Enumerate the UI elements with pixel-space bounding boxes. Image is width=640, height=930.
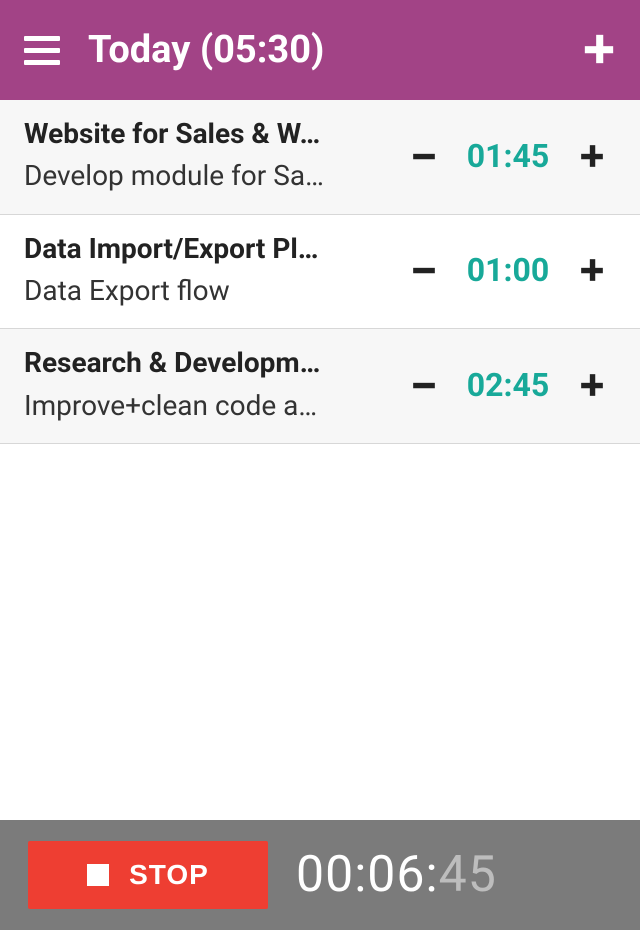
increment-button[interactable]	[568, 143, 616, 169]
task-list: Website for Sales & W… Develop module fo…	[0, 100, 640, 820]
timer-display: 00:06:45	[296, 846, 497, 904]
timer-seconds: 45	[439, 846, 497, 904]
add-button[interactable]	[582, 26, 616, 74]
item-subtitle: Improve+clean code an…	[24, 386, 324, 425]
minus-icon	[411, 143, 437, 169]
item-title: Research & Developme…	[24, 345, 324, 381]
plus-icon	[579, 372, 605, 398]
decrement-button[interactable]	[400, 372, 448, 398]
list-item[interactable]: Website for Sales & W… Develop module fo…	[0, 100, 640, 215]
item-duration: 01:00	[448, 251, 568, 289]
item-text: Website for Sales & W… Develop module fo…	[24, 116, 392, 196]
stop-button[interactable]: STOP	[28, 841, 268, 909]
stop-icon	[87, 864, 109, 886]
item-duration: 02:45	[448, 366, 568, 404]
decrement-button[interactable]	[400, 143, 448, 169]
plus-icon	[579, 257, 605, 283]
increment-button[interactable]	[568, 372, 616, 398]
list-item[interactable]: Research & Developme… Improve+clean code…	[0, 329, 640, 444]
item-subtitle: Develop module for Sa…	[24, 156, 324, 195]
increment-button[interactable]	[568, 257, 616, 283]
header: Today (05:30)	[0, 0, 640, 100]
stop-label: STOP	[129, 859, 209, 891]
list-item[interactable]: Data Import/Export Plu… Data Export flow…	[0, 215, 640, 330]
footer: STOP 00:06:45	[0, 820, 640, 930]
page-title: Today (05:30)	[88, 28, 582, 72]
plus-icon	[582, 32, 616, 66]
minus-icon	[411, 257, 437, 283]
plus-icon	[579, 143, 605, 169]
item-title: Data Import/Export Plu…	[24, 231, 324, 267]
decrement-button[interactable]	[400, 257, 448, 283]
timer-main: 00:06:	[296, 846, 439, 904]
item-text: Data Import/Export Plu… Data Export flow	[24, 231, 392, 311]
item-title: Website for Sales & W…	[24, 116, 324, 152]
menu-icon[interactable]	[24, 36, 64, 65]
item-duration: 01:45	[448, 137, 568, 175]
item-subtitle: Data Export flow	[24, 271, 324, 310]
minus-icon	[411, 372, 437, 398]
item-text: Research & Developme… Improve+clean code…	[24, 345, 392, 425]
